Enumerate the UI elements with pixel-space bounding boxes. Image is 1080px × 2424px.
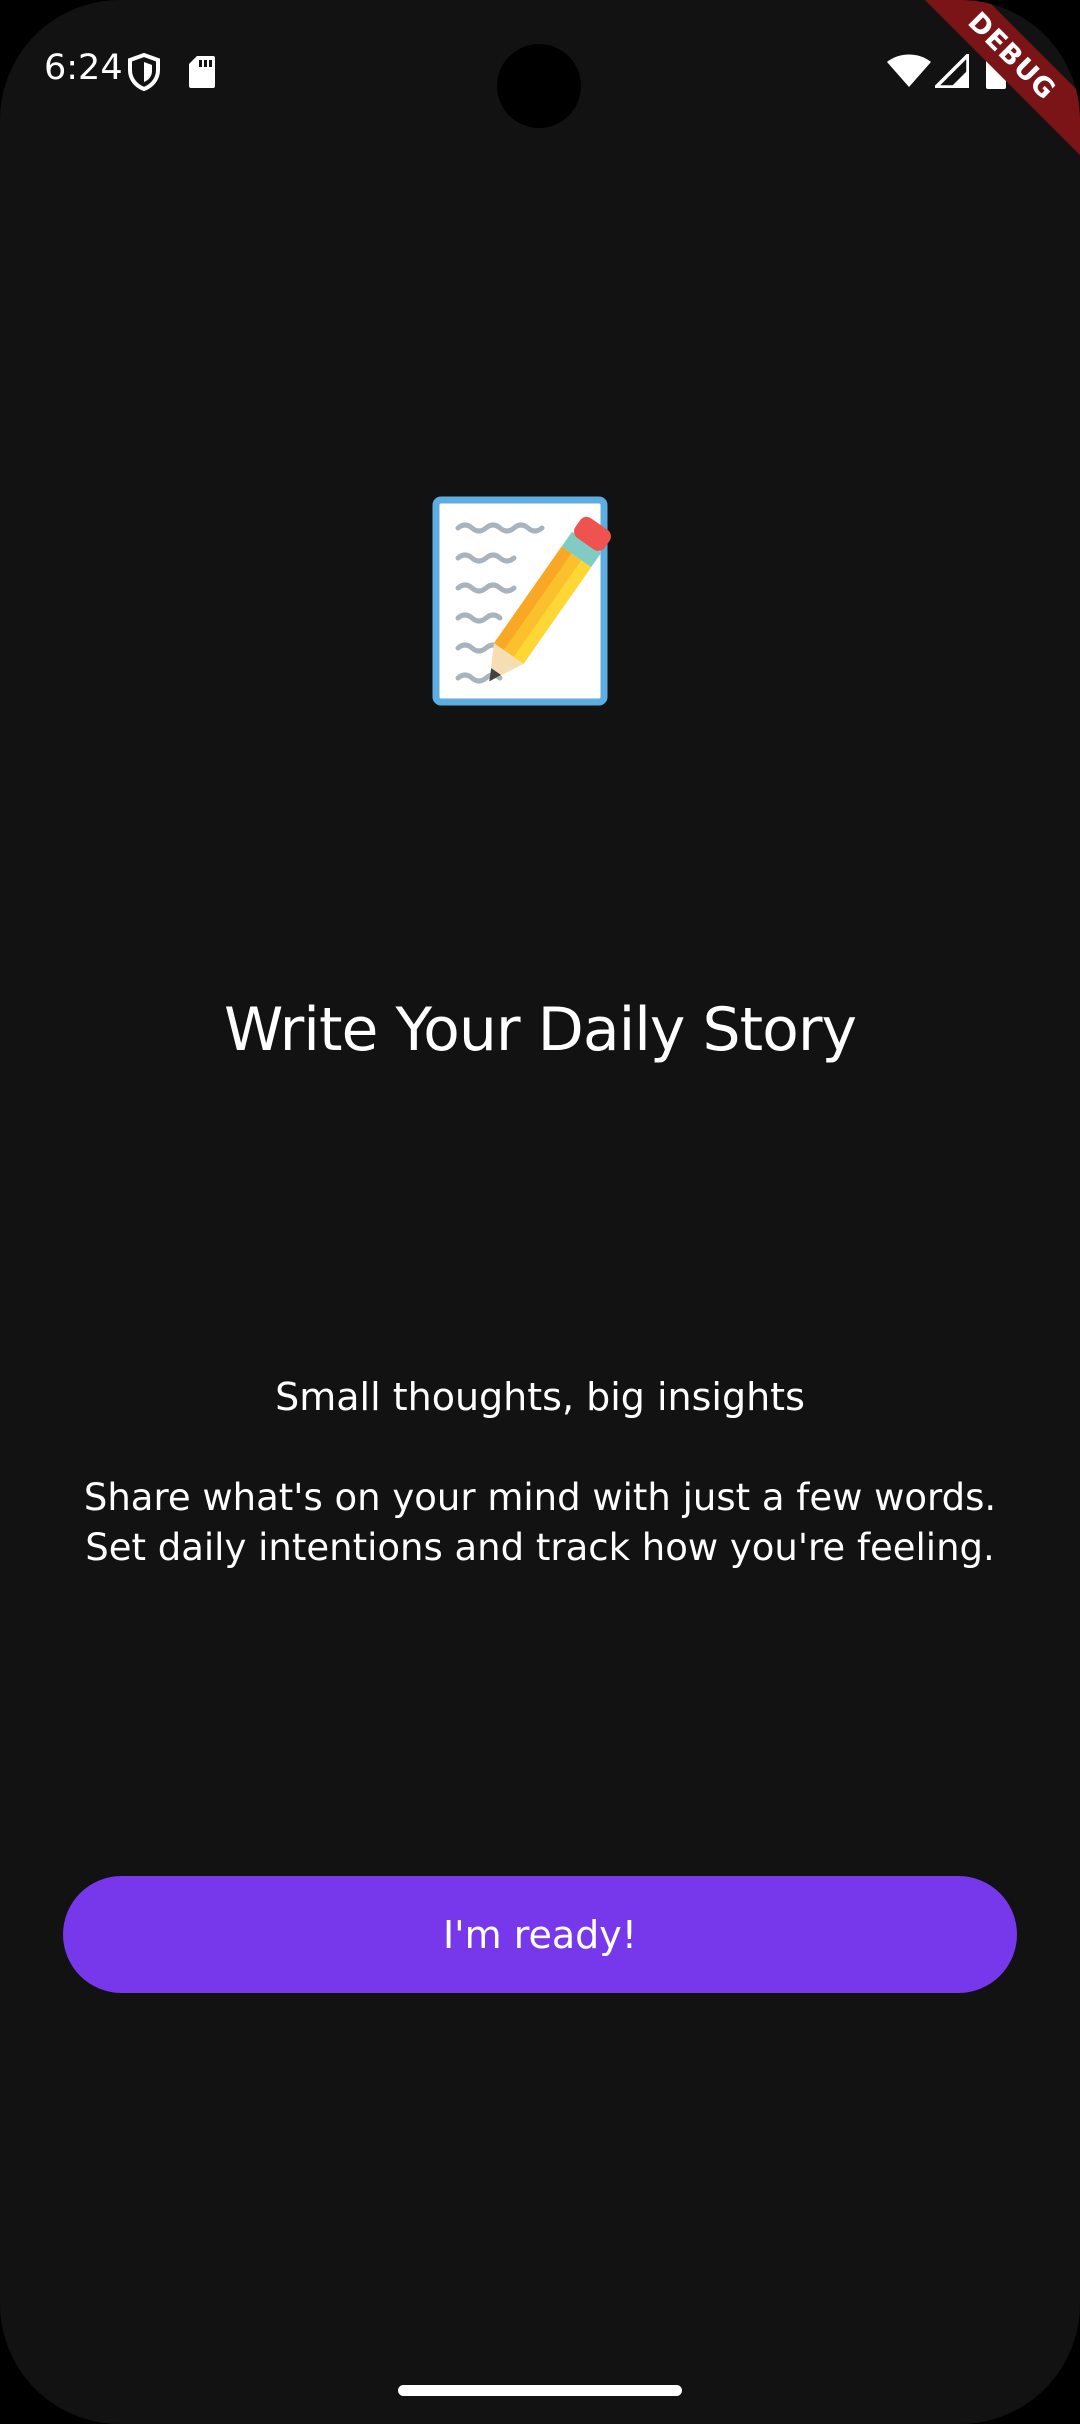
home-indicator[interactable] bbox=[398, 2385, 682, 2396]
subtitle: Small thoughts, big insights bbox=[275, 1375, 805, 1419]
page-title: Write Your Daily Story bbox=[223, 995, 857, 1065]
shield-icon bbox=[128, 52, 160, 92]
wifi-icon bbox=[887, 54, 931, 87]
signal-icon bbox=[935, 54, 969, 88]
status-bar: 6:24 bbox=[0, 0, 1080, 140]
app-screen: 6:24 DEBUG Write Your Daily Story Small … bbox=[0, 0, 1080, 2424]
sd-card-icon bbox=[189, 56, 215, 88]
description-line: Set daily intentions and track how you'r… bbox=[85, 1526, 995, 1569]
ready-button[interactable]: I'm ready! bbox=[63, 1876, 1017, 1993]
description-line: Share what's on your mind with just a fe… bbox=[83, 1476, 997, 1519]
memo-pencil-icon bbox=[432, 496, 611, 706]
camera-cutout bbox=[497, 44, 581, 128]
status-time: 6:24 bbox=[44, 48, 123, 88]
description: Share what's on your mind with just a fe… bbox=[40, 1473, 1040, 1573]
